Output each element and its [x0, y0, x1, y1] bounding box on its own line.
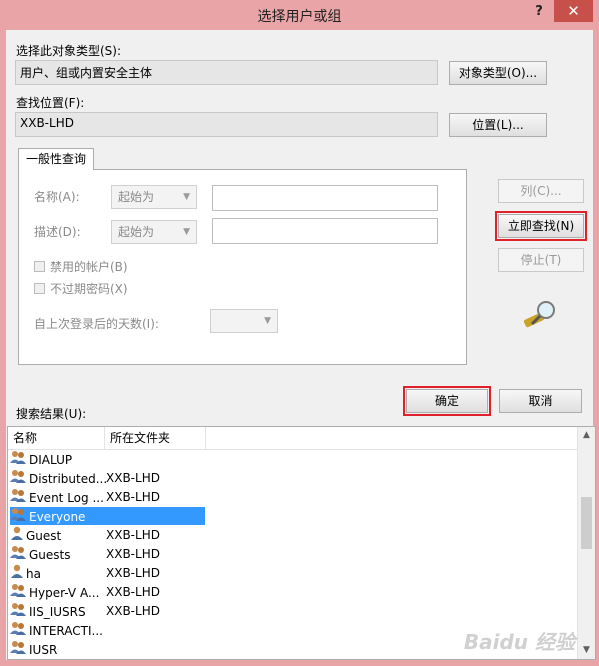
description-mode-value: 起始为	[118, 225, 155, 239]
group-icon	[10, 545, 27, 566]
scroll-down-arrow-icon[interactable]: ▼	[578, 642, 595, 659]
row-folder: XXB-LHD	[106, 585, 160, 599]
locations-button[interactable]: 位置(L)...	[449, 113, 547, 137]
name-label: 名称(A):	[34, 190, 80, 204]
row-folder: XXB-LHD	[106, 547, 160, 561]
row-name-text: Event Log ...	[29, 491, 104, 505]
table-row[interactable]: Hyper-V A... XXB-LHD	[8, 583, 581, 602]
scroll-thumb[interactable]	[581, 497, 592, 549]
table-row[interactable]: DIALUP	[8, 450, 581, 469]
query-panel: 名称(A): 起始为 ▼ 描述(D): 起始为 ▼ 禁用的帐户(B) 不过期密码…	[18, 169, 467, 365]
row-name: Guests	[10, 545, 71, 564]
row-name-text: Hyper-V A...	[29, 586, 100, 600]
description-label: 描述(D):	[34, 225, 81, 239]
row-name: Guest	[10, 526, 61, 545]
row-folder: XXB-LHD	[106, 528, 160, 542]
column-header-name[interactable]: 名称	[8, 427, 105, 449]
chevron-down-icon: ▼	[183, 192, 190, 202]
row-name: DIALUP	[10, 450, 72, 469]
row-name-text: Everyone	[29, 510, 86, 524]
table-row[interactable]: Guests XXB-LHD	[8, 545, 581, 564]
search-results-list[interactable]: 名称 所在文件夹 DIALUP Distributed... XXB-LHD Even…	[7, 426, 596, 660]
name-mode-value: 起始为	[118, 190, 155, 204]
table-row[interactable]: Guest XXB-LHD	[8, 526, 581, 545]
vertical-scrollbar[interactable]: ▲ ▼	[577, 427, 595, 659]
group-icon	[10, 640, 27, 659]
row-name: ha	[10, 564, 41, 583]
description-input[interactable]	[212, 218, 438, 244]
table-row[interactable]: Event Log ... XXB-LHD	[8, 488, 581, 507]
row-folder: XXB-LHD	[106, 490, 160, 504]
row-name-text: Guests	[29, 548, 71, 562]
stop-button[interactable]: 停止(T)	[498, 248, 584, 272]
title-bar[interactable]: 选择用户或组 ? ✕	[0, 0, 599, 30]
row-name-text: IUSR	[29, 643, 58, 657]
row-name-text: Guest	[26, 529, 62, 543]
watermark: Baidu 经验	[463, 630, 575, 654]
table-row[interactable]: Distributed... XXB-LHD	[8, 469, 581, 488]
search-results-label: 搜索结果(U):	[16, 407, 87, 421]
row-name: Distributed...	[10, 469, 107, 488]
row-name-text: Distributed...	[29, 472, 108, 486]
tab-common-queries[interactable]: 一般性查询	[18, 148, 94, 170]
row-name-text: IIS_IUSRS	[29, 605, 86, 619]
group-icon	[10, 507, 27, 528]
table-row[interactable]: Everyone	[8, 507, 581, 526]
close-button[interactable]: ✕	[554, 0, 593, 22]
location-field: XXB-LHD	[15, 112, 438, 137]
row-folder: XXB-LHD	[106, 471, 160, 485]
chevron-down-icon: ▼	[183, 227, 190, 237]
row-name: IUSR	[10, 640, 57, 659]
row-name: IIS_IUSRS	[10, 602, 86, 621]
location-label: 查找位置(F):	[16, 96, 85, 110]
table-row[interactable]: ha XXB-LHD	[8, 564, 581, 583]
help-button[interactable]: ?	[525, 0, 553, 24]
name-input[interactable]	[212, 185, 438, 211]
description-mode-select[interactable]: 起始为 ▼	[111, 220, 197, 244]
row-name: Hyper-V A...	[10, 583, 99, 602]
object-type-field: 用户、组或内置安全主体	[15, 60, 438, 85]
non-expiring-password-label: 不过期密码(X)	[50, 282, 128, 296]
row-folder: XXB-LHD	[106, 566, 160, 580]
cancel-button[interactable]: 取消	[499, 389, 582, 413]
chevron-down-icon: ▼	[264, 316, 271, 326]
days-since-logon-select[interactable]: ▼	[210, 309, 278, 333]
name-mode-select[interactable]: 起始为 ▼	[111, 185, 197, 209]
group-icon	[10, 469, 27, 490]
find-now-button[interactable]: 立即查找(N)	[498, 214, 584, 238]
group-icon	[10, 621, 27, 642]
group-icon	[10, 488, 27, 509]
row-name: INTERACTI...	[10, 621, 103, 640]
ok-button[interactable]: 确定	[406, 389, 488, 413]
days-since-logon-label: 自上次登录后的天数(I):	[34, 317, 159, 331]
columns-button[interactable]: 列(C)...	[498, 179, 584, 203]
table-row[interactable]: IIS_IUSRS XXB-LHD	[8, 602, 581, 621]
group-icon	[10, 450, 27, 471]
disabled-accounts-checkbox[interactable]	[34, 261, 45, 272]
user-icon	[10, 564, 24, 585]
window-title: 选择用户或组	[257, 9, 342, 25]
row-name-text: DIALUP	[29, 453, 73, 467]
non-expiring-password-checkbox[interactable]	[34, 283, 45, 294]
search-magnifier-icon	[522, 298, 558, 333]
disabled-accounts-label: 禁用的帐户(B)	[50, 260, 128, 274]
object-type-label: 选择此对象类型(S):	[16, 44, 122, 58]
group-icon	[10, 583, 27, 604]
scroll-up-arrow-icon[interactable]: ▲	[578, 427, 595, 444]
row-name: Event Log ...	[10, 488, 104, 507]
group-icon	[10, 602, 27, 623]
results-header: 名称 所在文件夹	[8, 427, 581, 450]
user-icon	[10, 526, 24, 547]
row-name-text: INTERACTI...	[29, 624, 103, 638]
object-types-button[interactable]: 对象类型(O)...	[449, 61, 547, 85]
row-name-text: ha	[26, 567, 41, 581]
dialog-body: 选择此对象类型(S): 用户、组或内置安全主体 对象类型(O)... 查找位置(…	[6, 30, 596, 660]
row-folder: XXB-LHD	[106, 604, 160, 618]
column-header-folder[interactable]: 所在文件夹	[105, 427, 206, 449]
row-name: Everyone	[10, 507, 85, 526]
